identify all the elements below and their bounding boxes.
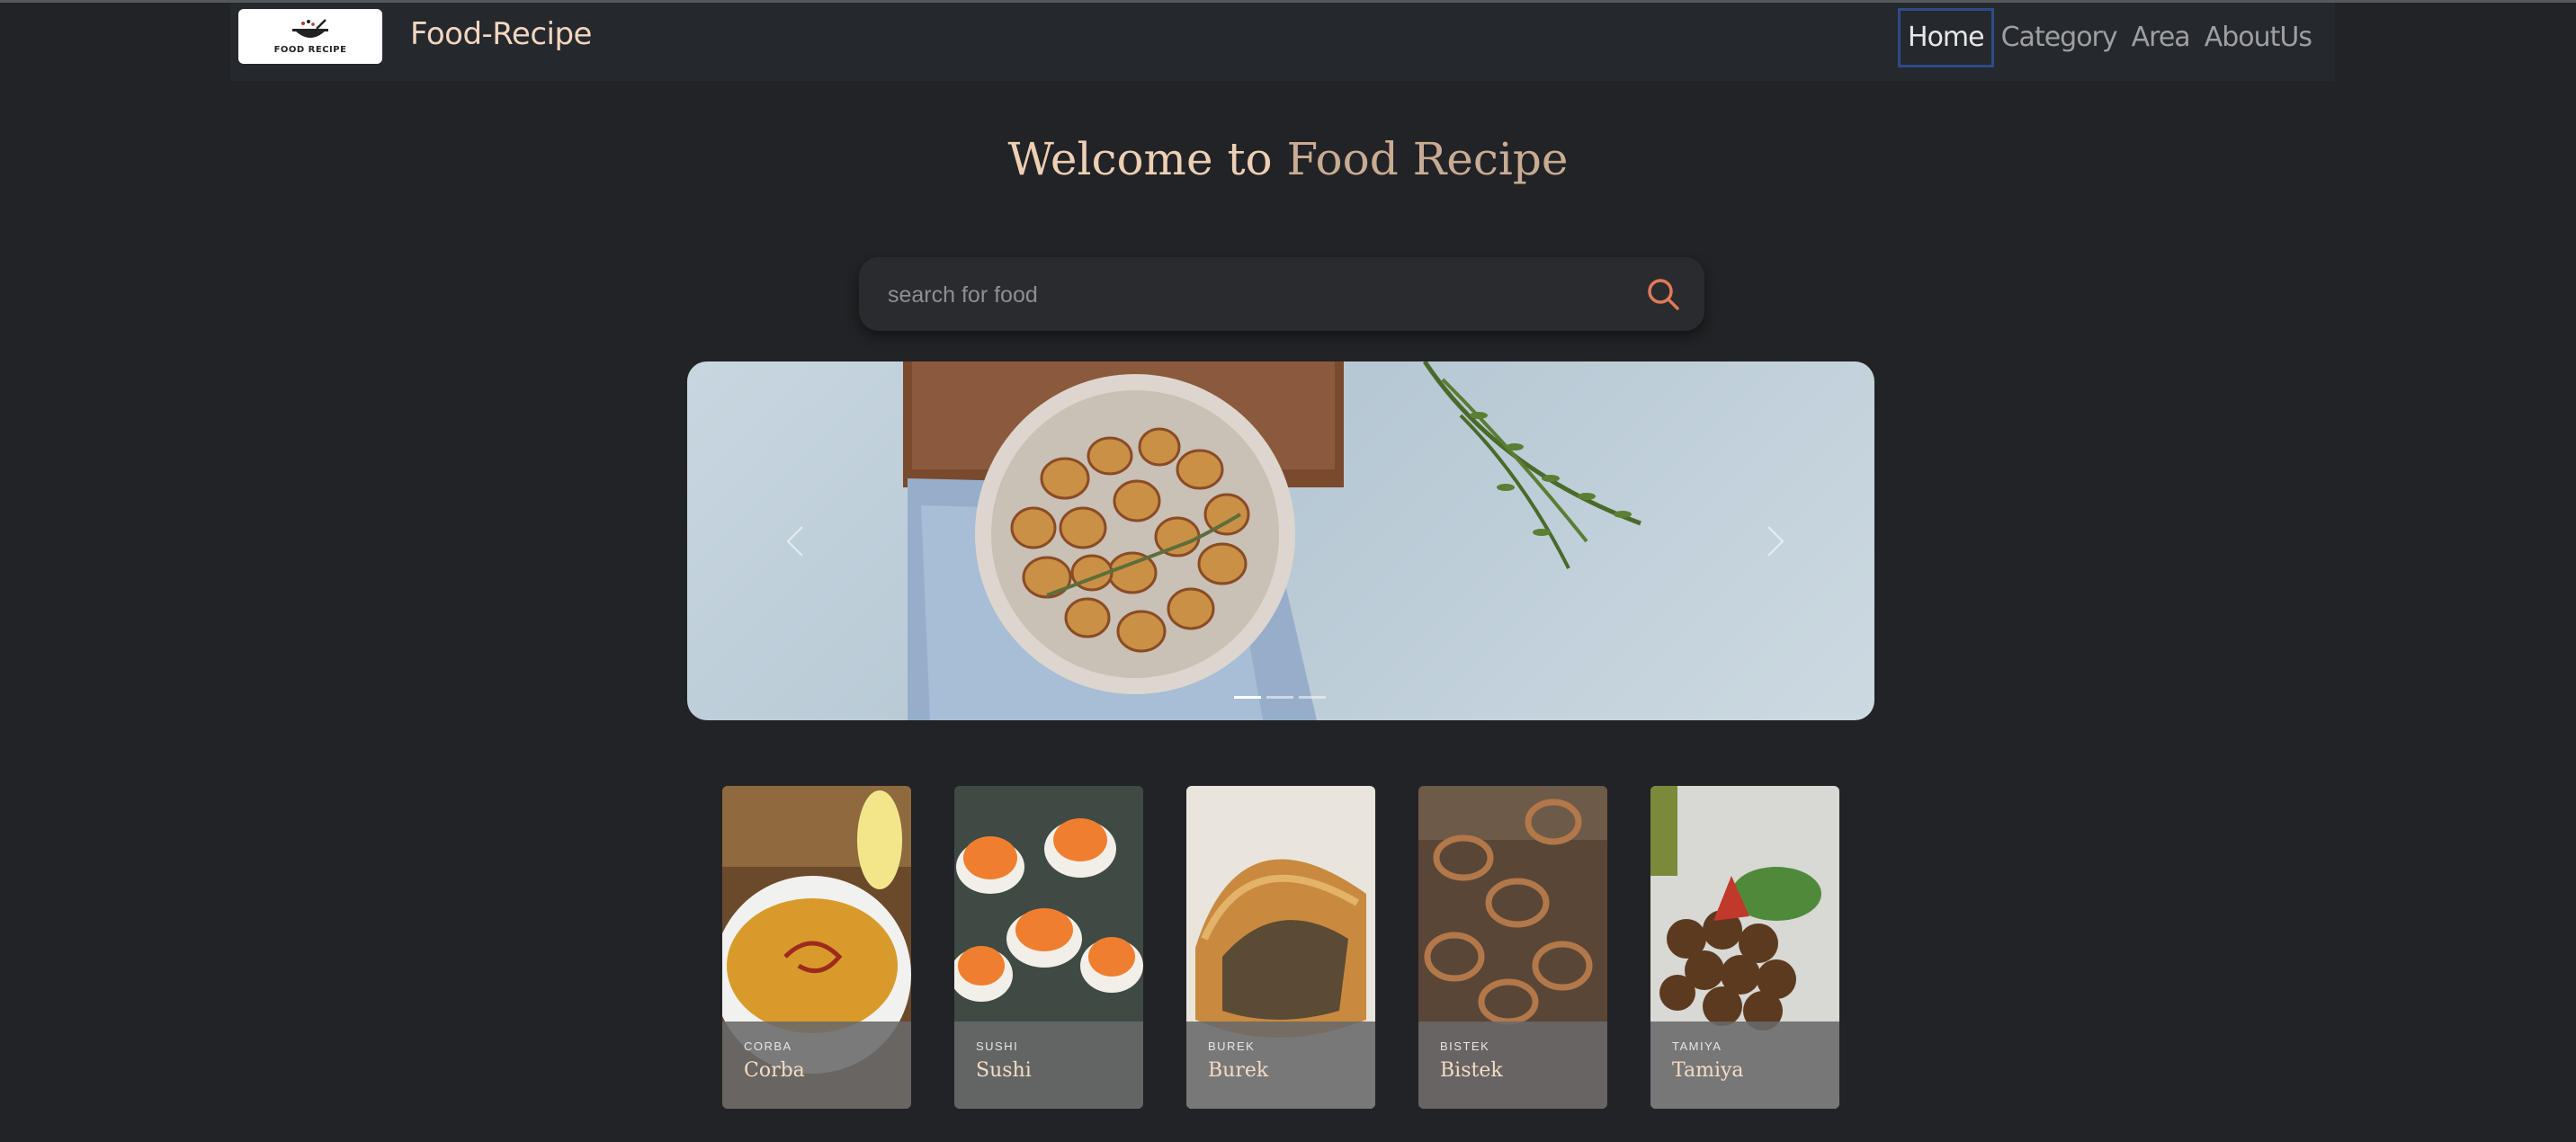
card-title: Sushi: [976, 1059, 1032, 1082]
carousel-indicator[interactable]: [1234, 696, 1261, 699]
card-title: Tamiya: [1672, 1059, 1744, 1082]
recipe-card-burek[interactable]: BUREK Burek: [1186, 786, 1375, 1109]
nav-aboutus[interactable]: AboutUs: [2197, 8, 2319, 67]
nav-home[interactable]: Home: [1898, 8, 1994, 67]
card-overlay: BISTEK Bistek: [1418, 1022, 1607, 1109]
carousel-indicator[interactable]: [1266, 696, 1293, 699]
card-title: Corba: [744, 1059, 805, 1082]
search-icon: [1648, 279, 1679, 310]
page-title: Welcome to Food Recipe: [0, 133, 2576, 185]
chevron-left-icon: [786, 526, 803, 557]
card-category: CORBA: [744, 1039, 792, 1053]
main-nav: Home Category Area AboutUs: [1898, 8, 2319, 67]
search-input[interactable]: [886, 257, 1591, 333]
carousel-slide-image: [903, 361, 1641, 720]
card-overlay: CORBA Corba: [722, 1022, 911, 1109]
search-bar: [859, 257, 1704, 333]
card-category: TAMIYA: [1672, 1039, 1722, 1053]
carousel-prev-button[interactable]: [777, 514, 813, 568]
card-overlay: SUSHI Sushi: [954, 1022, 1143, 1109]
logo-text: FOOD RECIPE: [273, 45, 347, 55]
brand-title[interactable]: Food-Recipe: [410, 13, 592, 55]
carousel-next-button[interactable]: [1758, 514, 1793, 568]
hero-carousel[interactable]: [687, 361, 1874, 720]
card-category: BISTEK: [1440, 1039, 1490, 1053]
carousel-indicator[interactable]: [1299, 696, 1326, 699]
chevron-right-icon: [1767, 526, 1784, 557]
recipe-cards: CORBA Corba SUSHI Sushi BUREK Burek BIST…: [722, 786, 1839, 1109]
recipe-card-corba[interactable]: CORBA Corba: [722, 786, 911, 1109]
logo[interactable]: FOOD RECIPE: [238, 9, 382, 64]
search-button[interactable]: [1641, 272, 1685, 316]
carousel-indicators: [1234, 696, 1326, 699]
chef-pot-icon: [292, 19, 328, 38]
recipe-card-bistek[interactable]: BISTEK Bistek: [1418, 786, 1607, 1109]
page-title-part2: Food Recipe: [1286, 133, 1569, 185]
card-overlay: TAMIYA Tamiya: [1650, 1022, 1839, 1109]
card-category: BUREK: [1208, 1039, 1256, 1053]
card-category: SUSHI: [976, 1039, 1019, 1053]
nav-category[interactable]: Category: [1994, 8, 2124, 67]
recipe-card-tamiya[interactable]: TAMIYA Tamiya: [1650, 786, 1839, 1109]
card-title: Bistek: [1440, 1059, 1503, 1082]
nav-area[interactable]: Area: [2124, 8, 2197, 67]
card-title: Burek: [1208, 1059, 1269, 1082]
card-overlay: BUREK Burek: [1186, 1022, 1375, 1109]
page-title-part1: Welcome to: [1007, 133, 1287, 185]
recipe-card-sushi[interactable]: SUSHI Sushi: [954, 786, 1143, 1109]
